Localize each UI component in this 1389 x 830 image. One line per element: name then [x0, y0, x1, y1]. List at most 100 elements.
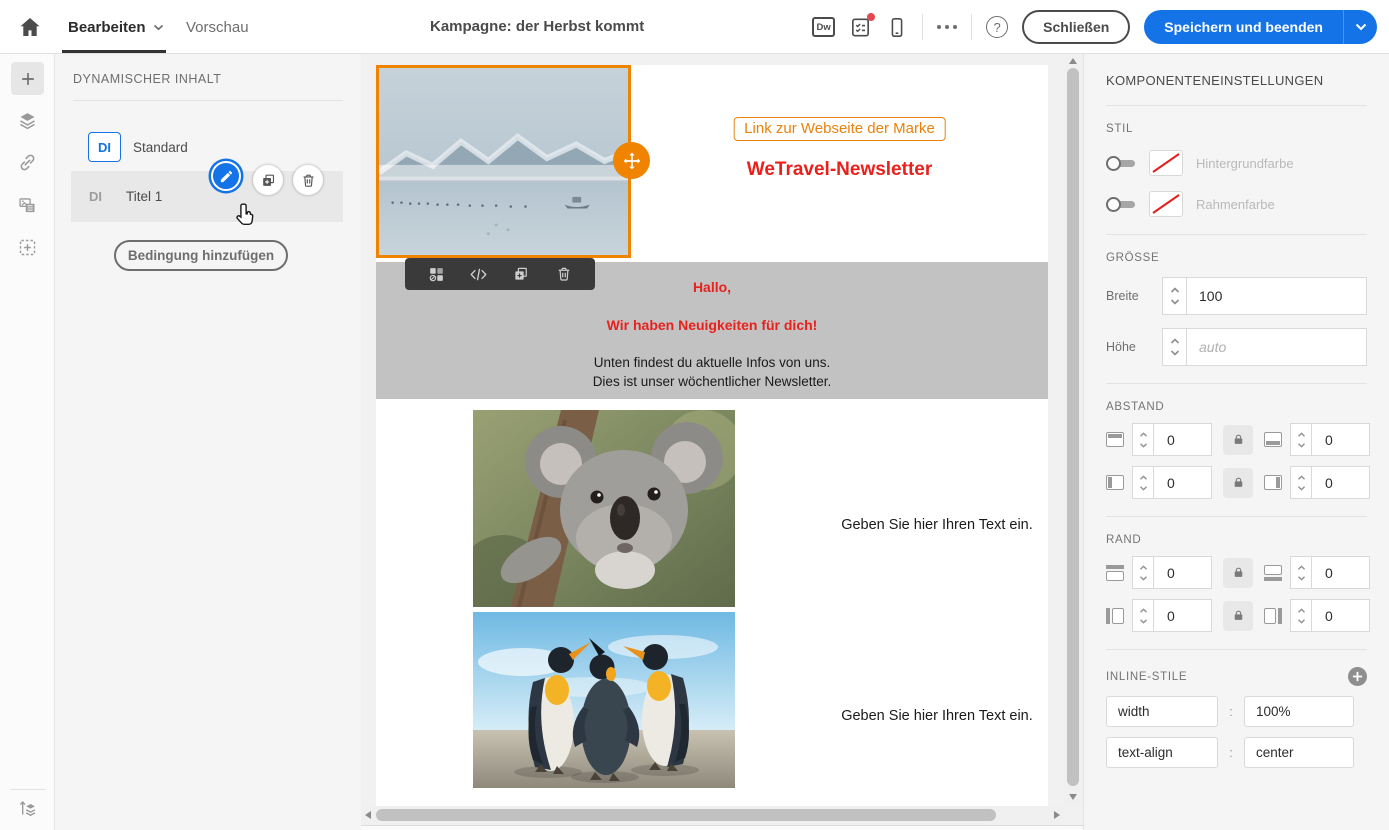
- vertical-scrollbar[interactable]: [1064, 54, 1083, 806]
- margin-bottom-input[interactable]: [1312, 556, 1370, 589]
- padding-top-stepper[interactable]: [1132, 423, 1154, 456]
- scroll-left-arrow[interactable]: [365, 811, 371, 819]
- add-condition-button[interactable]: Bedingung hinzufügen: [114, 240, 288, 271]
- width-input[interactable]: [1187, 277, 1367, 315]
- trash-icon[interactable]: [552, 262, 576, 286]
- panel-divider: [1106, 383, 1367, 384]
- height-stepper[interactable]: [1162, 328, 1187, 366]
- width-stepper[interactable]: [1162, 277, 1187, 315]
- padding-row-1: [1106, 423, 1370, 456]
- duplicate-icon[interactable]: [509, 262, 533, 286]
- more-options-icon[interactable]: [937, 25, 958, 29]
- padding-lock-horizontal[interactable]: [1223, 424, 1253, 455]
- close-button-label: Schließen: [1043, 19, 1110, 35]
- campaign-title: Kampagne: der Herbst kommt: [430, 18, 645, 35]
- close-button[interactable]: Schließen: [1022, 10, 1131, 44]
- inline-property-input-1[interactable]: [1106, 696, 1218, 727]
- vertical-scroll-thumb[interactable]: [1067, 68, 1079, 786]
- scroll-up-arrow[interactable]: [1069, 58, 1077, 64]
- padding-left-input[interactable]: [1154, 466, 1212, 499]
- margin-left-stepper[interactable]: [1132, 599, 1154, 632]
- horizontal-scrollbar[interactable]: [361, 806, 1064, 825]
- checklist-icon[interactable]: [849, 12, 876, 39]
- border-color-label: Rahmenfarbe: [1196, 196, 1275, 212]
- email-canvas: Link zur Webseite der Marke WeTravel-New…: [361, 54, 1083, 830]
- link-icon[interactable]: [11, 146, 44, 179]
- newsletter-title[interactable]: WeTravel-Newsletter: [631, 159, 1048, 181]
- inline-value-input-1[interactable]: [1244, 696, 1354, 727]
- tab-vorschau[interactable]: Vorschau: [186, 0, 249, 54]
- lock-icon: [1234, 567, 1242, 577]
- text-placeholder-1[interactable]: Geben Sie hier Ihren Text ein.: [822, 517, 1052, 533]
- panel-divider: [1106, 234, 1367, 235]
- penguin-image[interactable]: [473, 612, 735, 788]
- tab-bearbeiten[interactable]: Bearbeiten: [68, 0, 164, 54]
- scroll-down-arrow[interactable]: [1069, 794, 1077, 800]
- margin-top-input[interactable]: [1154, 556, 1212, 589]
- edit-variant-button[interactable]: [211, 161, 241, 191]
- inline-value-input-2[interactable]: [1244, 737, 1354, 768]
- di-badge: DI: [88, 132, 121, 162]
- margin-bottom-icon: [1264, 564, 1282, 581]
- rail-divider: [10, 789, 46, 790]
- media-icon[interactable]: [11, 189, 44, 222]
- code-icon[interactable]: [467, 262, 491, 286]
- text-placeholder-2[interactable]: Geben Sie hier Ihren Text ein.: [822, 708, 1052, 724]
- inline-property-input-2[interactable]: [1106, 737, 1218, 768]
- notification-dot: [867, 12, 876, 21]
- padding-bottom-stepper[interactable]: [1290, 423, 1312, 456]
- delete-variant-button[interactable]: [293, 165, 323, 195]
- border-color-swatch[interactable]: [1149, 191, 1183, 217]
- style-section-label: STIL: [1106, 123, 1134, 135]
- add-content-icon[interactable]: [11, 62, 44, 95]
- variant-item-standard[interactable]: DI Standard: [88, 132, 188, 162]
- padding-row-2: [1106, 466, 1370, 499]
- padding-right-stepper[interactable]: [1290, 466, 1312, 499]
- components-icon[interactable]: [424, 262, 448, 286]
- move-handle[interactable]: [613, 142, 650, 179]
- dreamweaver-icon[interactable]: Dw: [812, 17, 836, 37]
- colon-separator: :: [1229, 704, 1233, 719]
- layers-icon[interactable]: [11, 104, 44, 137]
- border-color-toggle[interactable]: [1106, 196, 1136, 212]
- margin-left-input[interactable]: [1154, 599, 1212, 632]
- fragment-icon[interactable]: [11, 231, 44, 264]
- background-color-toggle[interactable]: [1106, 155, 1136, 171]
- home-icon[interactable]: [18, 15, 42, 39]
- help-icon[interactable]: ?: [986, 16, 1009, 38]
- margin-top-stepper[interactable]: [1132, 556, 1154, 589]
- winter-lake-image: [379, 68, 628, 255]
- koala-image[interactable]: [473, 410, 735, 607]
- margin-right-stepper[interactable]: [1290, 599, 1312, 632]
- save-and-exit-button[interactable]: Speichern und beenden: [1144, 10, 1377, 44]
- padding-lock-vertical[interactable]: [1223, 467, 1253, 498]
- width-row: Breite: [1106, 277, 1367, 315]
- margin-right-input[interactable]: [1312, 599, 1370, 632]
- margin-bottom-stepper[interactable]: [1290, 556, 1312, 589]
- padding-section-label: ABSTAND: [1106, 401, 1165, 413]
- top-bar: Bearbeiten Vorschau Kampagne: der Herbst…: [0, 0, 1389, 54]
- padding-left-stepper[interactable]: [1132, 466, 1154, 499]
- trash-icon: [303, 174, 313, 187]
- brand-link[interactable]: Link zur Webseite der Marke: [733, 117, 946, 141]
- structure-icon[interactable]: [11, 792, 44, 825]
- variant-titel1-label: Titel 1: [126, 189, 163, 204]
- height-input[interactable]: [1187, 328, 1367, 366]
- mobile-preview-icon[interactable]: [886, 16, 908, 39]
- margin-lock-horizontal[interactable]: [1223, 557, 1253, 588]
- horizontal-scroll-thumb[interactable]: [376, 809, 996, 821]
- add-inline-style-button[interactable]: [1348, 667, 1367, 686]
- margin-lock-vertical[interactable]: [1223, 600, 1253, 631]
- hero-image-selected[interactable]: [376, 65, 631, 258]
- padding-top-input[interactable]: [1154, 423, 1212, 456]
- padding-right-input[interactable]: [1312, 466, 1370, 499]
- padding-top-icon: [1106, 432, 1124, 447]
- margin-right-icon: [1264, 607, 1282, 624]
- pencil-icon: [220, 170, 232, 182]
- save-options-chevron[interactable]: [1343, 10, 1377, 44]
- background-color-swatch[interactable]: [1149, 150, 1183, 176]
- padding-bottom-input[interactable]: [1312, 423, 1370, 456]
- component-settings-heading: KOMPONENTENEINSTELLUNGEN: [1106, 73, 1324, 88]
- duplicate-variant-button[interactable]: [253, 165, 283, 195]
- scroll-right-arrow[interactable]: [1054, 811, 1060, 819]
